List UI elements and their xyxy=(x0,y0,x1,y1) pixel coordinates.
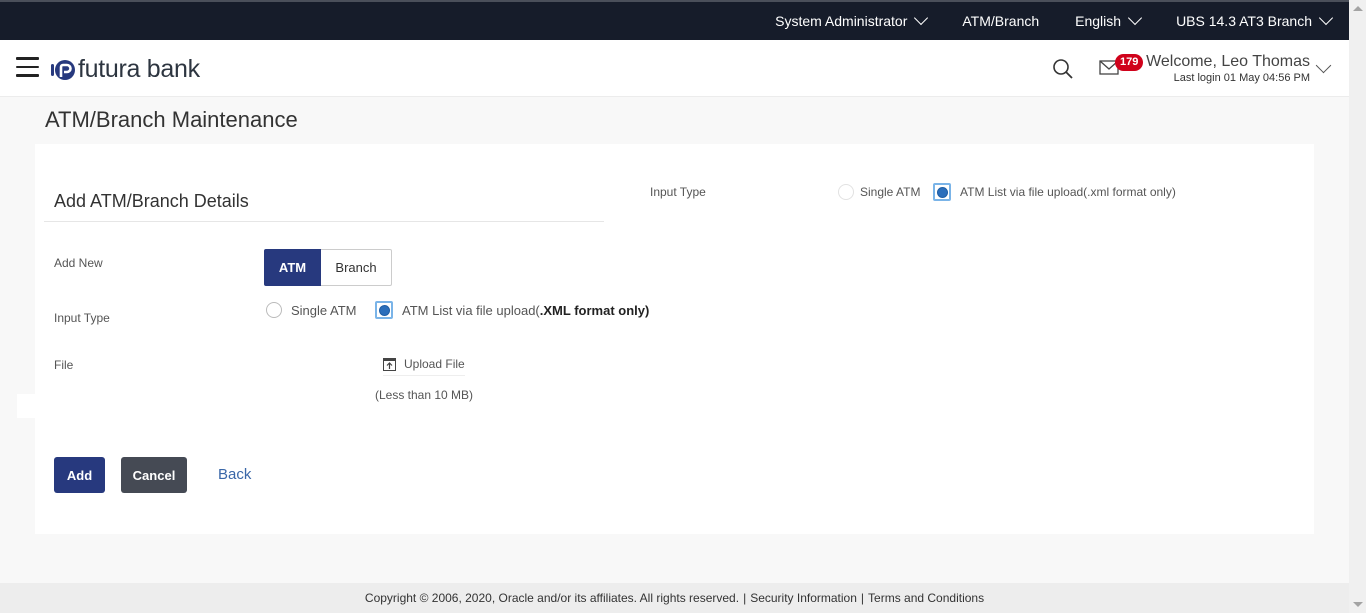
entity-dropdown[interactable]: UBS 14.3 AT3 Branch xyxy=(1176,10,1334,29)
security-information-link[interactable]: Security Information xyxy=(750,591,857,605)
notification-badge: 179 xyxy=(1115,54,1144,71)
back-link[interactable]: Back xyxy=(218,466,251,483)
right-input-type-label: Input Type xyxy=(650,185,706,199)
add-new-toggle: ATM Branch xyxy=(264,249,392,286)
chevron-down-icon xyxy=(1318,10,1334,26)
radio-label: Single ATM xyxy=(291,302,357,318)
right-radio-file-upload[interactable]: ATM List via file upload(.xml format onl… xyxy=(933,183,1176,201)
vertical-scrollbar[interactable] xyxy=(1349,0,1366,613)
page-title: ATM/Branch Maintenance xyxy=(45,107,298,132)
logo-mark-icon xyxy=(51,59,75,80)
logo[interactable]: futura bank xyxy=(51,55,200,84)
upload-file-button[interactable]: Upload File xyxy=(383,357,465,376)
scroll-up-arrow-icon[interactable] xyxy=(1353,6,1363,11)
radio-single-atm[interactable]: Single ATM xyxy=(266,302,357,318)
footer-separator: | xyxy=(860,591,865,605)
radio-checked-icon xyxy=(375,301,393,319)
divider xyxy=(44,221,604,222)
footer: Copyright © 2006, 2020, Oracle and/or it… xyxy=(0,583,1349,613)
module-link[interactable]: ATM/Branch xyxy=(962,13,1039,29)
input-type-label: Input Type xyxy=(54,311,110,325)
add-button[interactable]: Add xyxy=(54,457,105,493)
module-label: ATM/Branch xyxy=(962,13,1040,29)
right-radio-single-atm[interactable]: Single ATM xyxy=(838,184,920,200)
welcome-text: Welcome, Leo Thomas xyxy=(1146,53,1310,70)
role-dropdown[interactable]: System Administrator xyxy=(775,10,929,29)
cancel-button[interactable]: Cancel xyxy=(121,457,187,493)
radio-checked-icon xyxy=(933,183,951,201)
radio-file-upload[interactable]: ATM List via file upload(.XML format onl… xyxy=(375,301,649,319)
language-label: English xyxy=(1075,13,1122,29)
chevron-down-icon xyxy=(914,10,929,26)
file-label: File xyxy=(54,358,74,372)
copyright-text: Copyright © 2006, 2020, Oracle and/or it… xyxy=(364,591,740,605)
user-menu[interactable]: Welcome, Leo Thomas Last login 01 May 04… xyxy=(1146,53,1310,84)
add-new-label: Add New xyxy=(54,256,103,270)
scroll-down-arrow-icon[interactable] xyxy=(1353,602,1363,607)
brand-name: futura bank xyxy=(78,55,200,83)
radio-unchecked-icon xyxy=(266,302,282,318)
atm-toggle-button[interactable]: ATM xyxy=(264,249,321,286)
entity-label: UBS 14.3 AT3 Branch xyxy=(1176,13,1312,29)
terms-and-conditions-link[interactable]: Terms and Conditions xyxy=(868,591,984,605)
role-label: System Administrator xyxy=(775,13,908,29)
radio-label: ATM List via file upload(.xml format onl… xyxy=(960,185,1176,199)
page: System Administrator ATM/Branch English … xyxy=(0,0,1349,613)
radio-label: ATM List via file upload(.XML format onl… xyxy=(402,303,649,318)
top-bar: System Administrator ATM/Branch English … xyxy=(0,0,1349,40)
file-size-note: (Less than 10 MB) xyxy=(375,388,474,402)
section-title: Add ATM/Branch Details xyxy=(54,191,249,211)
last-login-text: Last login 01 May 04:56 PM xyxy=(1173,72,1310,84)
radio-label-format: .XML format only) xyxy=(539,302,650,318)
upload-icon xyxy=(383,357,396,371)
footer-separator: | xyxy=(743,591,747,605)
branch-toggle-button[interactable]: Branch xyxy=(321,249,392,286)
radio-unchecked-icon xyxy=(838,184,854,200)
hamburger-icon[interactable] xyxy=(16,57,39,77)
search-icon[interactable] xyxy=(1052,58,1074,80)
decorative-strip xyxy=(17,394,35,418)
language-dropdown[interactable]: English xyxy=(1075,10,1143,29)
radio-label: Single ATM xyxy=(860,185,921,199)
radio-label-prefix: ATM List via file upload( xyxy=(402,302,540,318)
chevron-down-icon xyxy=(1127,10,1143,26)
upload-file-label: Upload File xyxy=(404,357,465,371)
